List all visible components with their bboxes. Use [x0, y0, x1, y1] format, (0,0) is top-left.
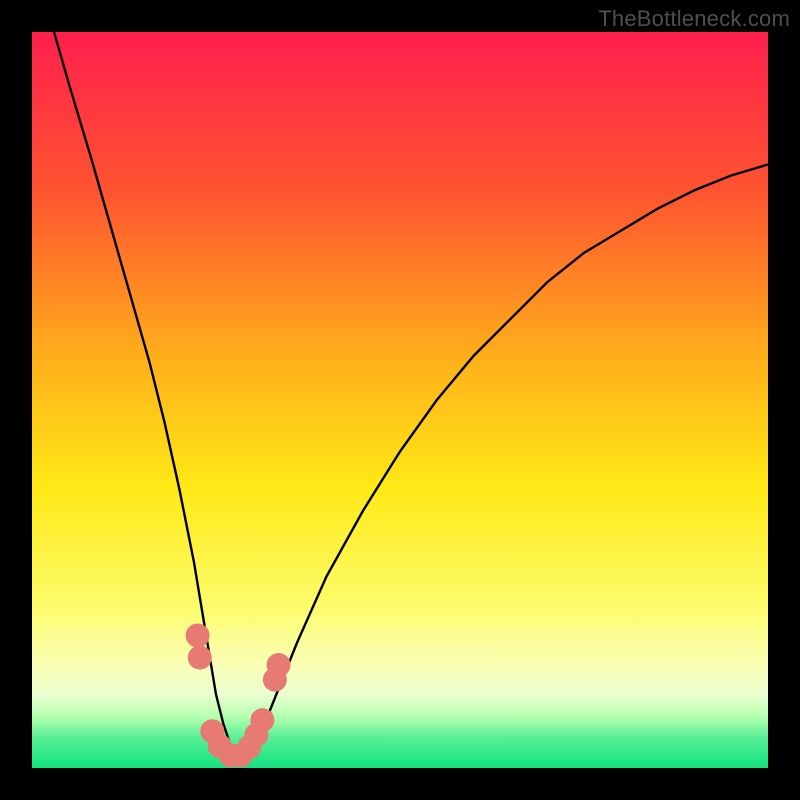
- marker-point: [188, 646, 212, 670]
- gradient-background: [32, 32, 768, 768]
- plot-area: [32, 32, 768, 768]
- marker-point: [250, 708, 274, 732]
- marker-point: [267, 653, 291, 677]
- marker-point: [186, 624, 210, 648]
- watermark-text: TheBottleneck.com: [598, 6, 790, 32]
- chart-frame: TheBottleneck.com: [0, 0, 800, 800]
- bottleneck-chart: [32, 32, 768, 768]
